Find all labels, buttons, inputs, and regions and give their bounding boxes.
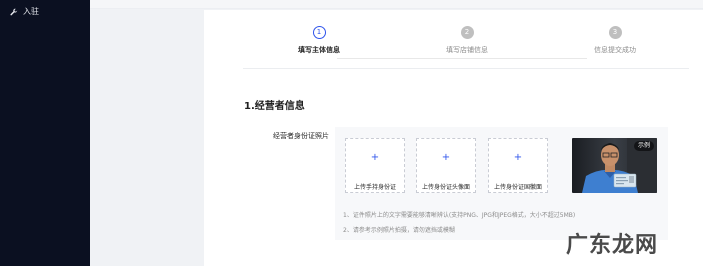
id-photo-label: 经营者身份证照片 (273, 132, 329, 140)
progress-steps: 1 填写主体信息 2 填写店铺信息 3 信息提交成功 (204, 26, 703, 66)
watermark-text: 广东龙网 (566, 232, 659, 258)
step-number: 1 (312, 26, 326, 39)
sample-photo: 示例 (572, 138, 657, 193)
upload-card-label: 上传手持身份证 (353, 184, 396, 191)
upload-id-emblem-side-button[interactable]: + 上传身份证国徽面 (488, 138, 548, 193)
wrench-icon (10, 8, 18, 16)
upload-card-label: 上传身份证国徽面 (493, 184, 542, 191)
step-number: 3 (608, 26, 622, 39)
upload-note: 2、请参考示例照片拍摄，请勿遮挡或模糊 (343, 227, 455, 234)
sample-badge: 示例 (633, 141, 654, 151)
upload-card-label: 上传身份证头像面 (421, 184, 470, 191)
step-label: 填写店铺信息 (446, 46, 488, 54)
step-number: 2 (460, 26, 474, 39)
upload-handheld-id-button[interactable]: + 上传手持身份证 (345, 138, 405, 193)
sidebar: 入驻 (0, 0, 90, 266)
steps-connector (337, 58, 587, 59)
top-bar (90, 0, 703, 9)
section-title: 1.经营者信息 (244, 101, 305, 112)
upload-id-portrait-side-button[interactable]: + 上传身份证头像面 (416, 138, 476, 193)
sidebar-item-settle-in[interactable]: 入驻 (10, 6, 39, 17)
plus-icon: + (370, 152, 380, 163)
divider (243, 68, 689, 69)
plus-icon: + (513, 152, 523, 163)
sidebar-item-label: 入驻 (23, 7, 39, 16)
plus-icon: + (441, 152, 451, 163)
upload-note: 1、证件照片上的文字需要能够清晰辨认(支持PNG、JPG和JPEG格式，大小不超… (343, 212, 576, 219)
site-watermark: 广东龙网 (566, 227, 658, 259)
step-label: 信息提交成功 (594, 46, 636, 54)
step-3: 3 信息提交成功 (565, 26, 665, 55)
step-1: 1 填写主体信息 (269, 26, 369, 55)
step-2: 2 填写店铺信息 (417, 26, 517, 55)
step-label: 填写主体信息 (298, 46, 340, 54)
